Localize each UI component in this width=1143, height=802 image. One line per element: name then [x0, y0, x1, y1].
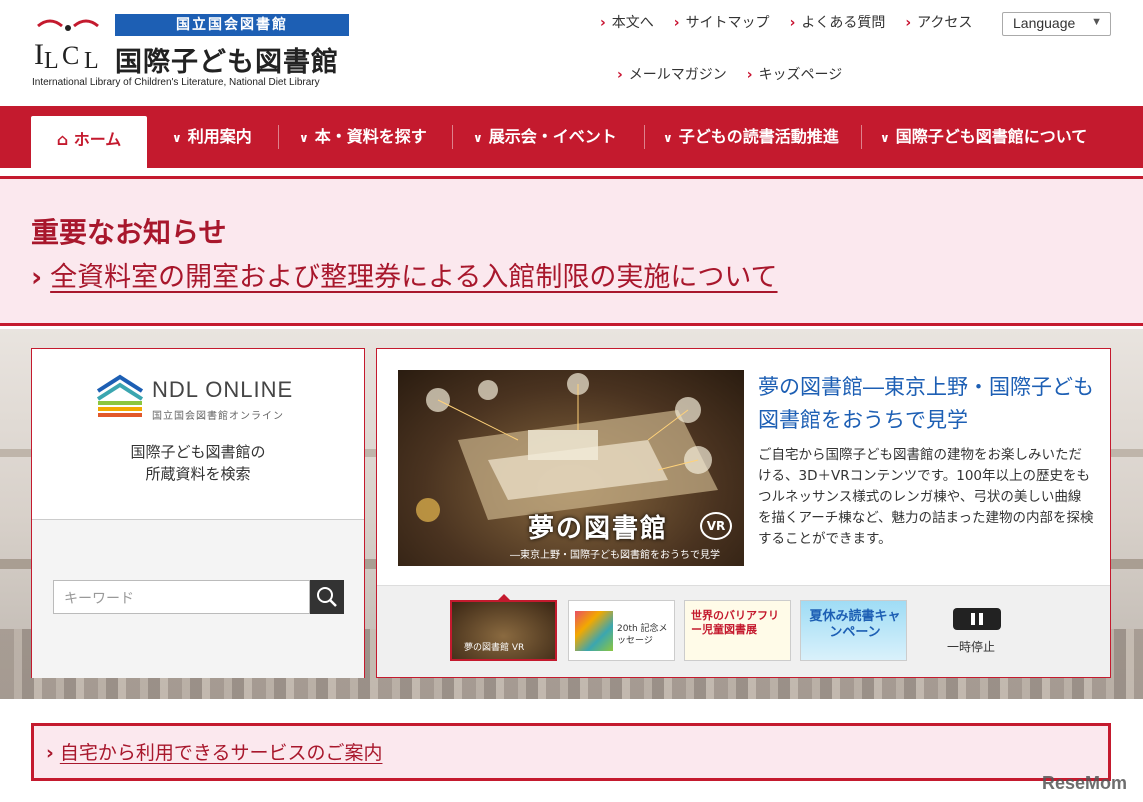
- watermark: ReseMom: [1041, 773, 1127, 793]
- chevron-right-icon: ›: [600, 15, 606, 31]
- ilcl-logo-icon: I L C L: [34, 19, 99, 72]
- home-icon: ⌂: [56, 130, 69, 149]
- gnav-item-events[interactable]: ∨ 展示会・イベント: [473, 106, 617, 168]
- home-services-banner: › 自宅から利用できるサービスのご案内: [31, 723, 1111, 781]
- carousel-pause-button[interactable]: [953, 608, 1001, 630]
- search-form: キーワード: [32, 520, 364, 678]
- colorful-blocks-icon: [575, 611, 613, 651]
- util-link-faq[interactable]: › よくある質問: [790, 12, 886, 32]
- svg-text:L: L: [44, 48, 59, 72]
- vr-badge: VR: [700, 512, 732, 540]
- chevron-down-icon: ∨: [172, 131, 182, 145]
- important-notice: 重要なお知らせ › 全資料室の開室および整理券による入館制限の実施について: [0, 176, 1143, 326]
- gnav-item-about[interactable]: ∨ 国際子ども図書館について: [880, 106, 1087, 168]
- gnav-separator: [278, 125, 279, 149]
- svg-text:I: I: [34, 38, 44, 71]
- feature-image-vr[interactable]: 夢の図書館 VR ―東京上野・国際子ども図書館をおうちで見学: [398, 370, 744, 566]
- site-header: I L C L 国立国会図書館 国際子ども図書館 International L…: [0, 0, 1143, 106]
- chevron-down-icon: ∨: [880, 131, 890, 145]
- thumb-barrier-free-exhibition[interactable]: 世界のバリアフリー児童図書展: [684, 600, 791, 661]
- vr-image-subtitle: ―東京上野・国際子ども図書館をおうちで見学: [510, 550, 720, 561]
- chevron-down-icon: ▼: [1091, 16, 1102, 28]
- chevron-right-icon: ›: [789, 15, 796, 31]
- gnav-separator: [644, 125, 645, 149]
- search-input[interactable]: キーワード: [53, 580, 310, 614]
- gnav-item-search-materials[interactable]: ∨ 本・資料を探す: [299, 106, 427, 168]
- vr-image-title: 夢の図書館: [528, 514, 669, 544]
- ndl-online-search-panel: NDL ONLINE 国立国会図書館オンライン 国際子ども図書館の 所蔵資料を検…: [31, 348, 365, 678]
- ndl-online-logo-icon: [96, 374, 144, 417]
- svg-text:L: L: [84, 48, 99, 72]
- chevron-right-icon: ›: [31, 262, 43, 293]
- util-link-mail-magazine[interactable]: › メールマガジン: [617, 64, 727, 84]
- util-link-kids-page[interactable]: › キッズページ: [747, 64, 843, 84]
- ndl-online-subtitle: 国立国会図書館オンライン: [152, 411, 284, 422]
- gnav-home-tab[interactable]: ⌂ ホーム: [31, 116, 147, 168]
- chevron-right-icon: ›: [46, 742, 54, 764]
- gnav-item-reading-promotion[interactable]: ∨ 子どもの読書活動推進: [663, 106, 839, 168]
- search-icon: [317, 587, 337, 607]
- feature-title-link[interactable]: 夢の図書館―東京上野・国際子ども図書館をおうちで見学: [758, 371, 1098, 437]
- thumb-20th-anniversary[interactable]: 20th 記念メッセージ: [568, 600, 675, 661]
- chevron-right-icon: ›: [673, 15, 680, 31]
- logo-site-name: 国際子ども図書館: [115, 47, 339, 78]
- logo-english-name: International Library of Children's Lite…: [32, 77, 320, 88]
- thumb-vr[interactable]: 夢の図書館 VR: [450, 600, 557, 661]
- notice-title: 重要なお知らせ: [31, 216, 227, 249]
- feature-description: ご自宅から国際子ども図書館の建物をお楽しみいただける、3D＋VRコンテンツです。…: [758, 447, 1094, 547]
- ndl-online-title: NDL ONLINE: [152, 377, 294, 402]
- chevron-right-icon: ›: [746, 67, 753, 83]
- utility-nav-row2: › メールマガジン › キッズページ: [617, 64, 862, 84]
- gnav-separator: [452, 125, 453, 149]
- ndl-online-logo[interactable]: NDL ONLINE 国立国会図書館オンライン: [96, 373, 306, 423]
- thumb-summer-reading-campaign[interactable]: 夏休み読書キャンペーン: [800, 600, 907, 661]
- chevron-right-icon: ›: [617, 67, 623, 83]
- utility-nav-row1: › 本文へ › サイトマップ › よくある質問 › アクセス: [600, 12, 992, 32]
- chevron-down-icon: ∨: [299, 131, 309, 145]
- chevron-down-icon: ∨: [473, 131, 483, 145]
- search-button[interactable]: [310, 580, 344, 614]
- chevron-right-icon: ›: [905, 15, 912, 31]
- util-link-access[interactable]: › アクセス: [905, 12, 972, 32]
- gnav-item-guide[interactable]: ∨ 利用案内: [172, 106, 252, 168]
- util-link-sitemap[interactable]: › サイトマップ: [674, 12, 770, 32]
- language-select[interactable]: Language ▼: [1002, 12, 1111, 36]
- feature-carousel: 夢の図書館 VR ―東京上野・国際子ども図書館をおうちで見学 夢の図書館―東京上…: [376, 348, 1111, 678]
- gnav-separator: [861, 125, 862, 149]
- pause-icon: [971, 613, 975, 625]
- global-nav: ⌂ ホーム ∨ 利用案内 ∨ 本・資料を探す ∨ 展示会・イベント ∨ 子どもの読書活動…: [0, 106, 1143, 168]
- chevron-down-icon: ∨: [663, 131, 673, 145]
- pause-label: 一時停止: [947, 640, 996, 654]
- search-description: 国際子ども図書館の 所蔵資料を検索: [130, 443, 266, 483]
- site-logo[interactable]: I L C L 国立国会図書館 国際子ども図書館 International L…: [32, 14, 352, 94]
- util-link-skip[interactable]: › 本文へ: [600, 12, 654, 32]
- notice-link[interactable]: › 全資料室の開室および整理券による入館制限の実施について: [31, 255, 778, 294]
- svg-text:C: C: [62, 41, 79, 70]
- home-services-link[interactable]: › 自宅から利用できるサービスのご案内: [46, 738, 382, 765]
- carousel-thumbnails: 夢の図書館 VR 20th 記念メッセージ 世界のバリアフリー児童図書展 夏休み…: [377, 585, 1110, 677]
- logo-ndl-label: 国立国会図書館: [115, 14, 349, 36]
